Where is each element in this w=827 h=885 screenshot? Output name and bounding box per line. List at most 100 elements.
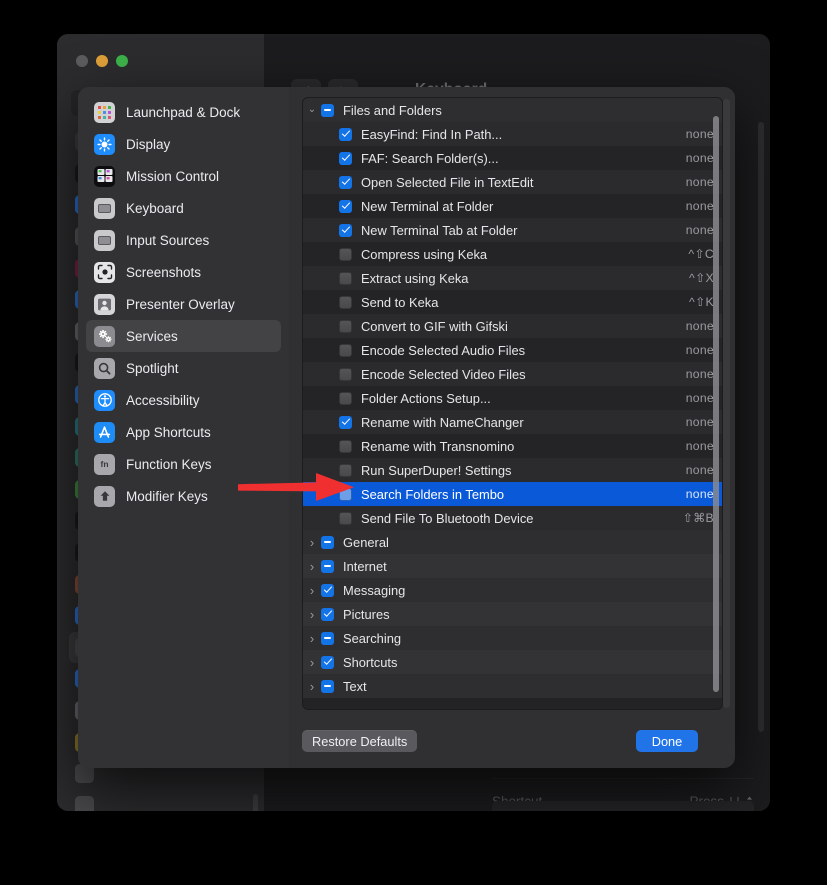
service-row[interactable]: FAF: Search Folder(s)... none bbox=[303, 146, 722, 170]
chevron-right-icon[interactable]: › bbox=[303, 560, 321, 573]
row-checkbox[interactable] bbox=[339, 151, 352, 165]
service-row[interactable]: Search Folders in Tembo none bbox=[303, 482, 722, 506]
content-scrollbar[interactable] bbox=[758, 122, 764, 732]
row-checkbox[interactable] bbox=[339, 391, 352, 405]
sheet-scrollbar[interactable] bbox=[723, 99, 730, 708]
row-checkbox[interactable] bbox=[321, 607, 334, 621]
service-row[interactable]: Folder Actions Setup... none bbox=[303, 386, 722, 410]
zoom-button[interactable] bbox=[116, 55, 128, 67]
row-checkbox[interactable] bbox=[339, 439, 352, 453]
service-shortcut[interactable]: none bbox=[686, 343, 714, 357]
row-checkbox[interactable] bbox=[339, 223, 352, 237]
chevron-right-icon[interactable]: › bbox=[303, 608, 321, 621]
accessibility-icon bbox=[94, 389, 115, 411]
minimize-button[interactable] bbox=[96, 55, 108, 67]
row-checkbox[interactable] bbox=[339, 247, 352, 261]
service-shortcut[interactable]: ^⇧X bbox=[689, 271, 714, 285]
row-checkbox[interactable] bbox=[321, 655, 334, 669]
sidebar-item-app-shortcuts[interactable]: App Shortcuts bbox=[86, 416, 281, 448]
service-shortcut[interactable]: ^⇧C bbox=[688, 247, 714, 261]
sidebar-item-accessibility[interactable]: Accessibility bbox=[86, 384, 281, 416]
service-group-row[interactable]: › Shortcuts bbox=[303, 650, 722, 674]
row-checkbox[interactable] bbox=[339, 415, 352, 429]
service-row[interactable]: Send to Keka ^⇧K bbox=[303, 290, 722, 314]
service-shortcut[interactable]: none bbox=[686, 367, 714, 381]
service-shortcut[interactable]: none bbox=[686, 223, 714, 237]
service-row[interactable]: Encode Selected Audio Files none bbox=[303, 338, 722, 362]
sidebar-item-presenter-overlay[interactable]: Presenter Overlay bbox=[86, 288, 281, 320]
service-group-row[interactable]: ⌄ Files and Folders bbox=[303, 98, 722, 122]
row-checkbox[interactable] bbox=[339, 199, 352, 213]
service-row[interactable]: Open Selected File in TextEdit none bbox=[303, 170, 722, 194]
sidebar-item-printers-scanners[interactable]: Printers & Scanners bbox=[69, 805, 259, 811]
chevron-right-icon[interactable]: › bbox=[303, 680, 321, 693]
chevron-right-icon[interactable]: › bbox=[303, 656, 321, 669]
sidebar-item-services[interactable]: Services bbox=[86, 320, 281, 352]
close-button[interactable] bbox=[76, 55, 88, 67]
service-row[interactable]: Run SuperDuper! Settings none bbox=[303, 458, 722, 482]
service-shortcut[interactable]: none bbox=[686, 391, 714, 405]
service-row[interactable]: Convert to GIF with Gifski none bbox=[303, 314, 722, 338]
row-checkbox[interactable] bbox=[339, 319, 352, 333]
service-shortcut[interactable]: none bbox=[686, 415, 714, 429]
row-checkbox[interactable] bbox=[339, 511, 352, 525]
service-row[interactable]: Compress using Keka ^⇧C bbox=[303, 242, 722, 266]
row-checkbox[interactable] bbox=[339, 367, 352, 381]
service-label: Folder Actions Setup... bbox=[361, 390, 491, 406]
service-row[interactable]: Rename with Transnomino none bbox=[303, 434, 722, 458]
row-checkbox[interactable] bbox=[321, 103, 334, 117]
service-row[interactable]: EasyFind: Find In Path... none bbox=[303, 122, 722, 146]
service-shortcut[interactable]: none bbox=[686, 199, 714, 213]
service-shortcut[interactable]: none bbox=[686, 487, 714, 501]
service-label: Open Selected File in TextEdit bbox=[361, 174, 534, 190]
service-group-row[interactable]: › Messaging bbox=[303, 578, 722, 602]
restore-defaults-button[interactable]: Restore Defaults bbox=[302, 730, 418, 752]
row-checkbox[interactable] bbox=[321, 631, 334, 645]
row-checkbox[interactable] bbox=[321, 583, 334, 597]
sidebar-item-launchpad-dock[interactable]: Launchpad & Dock bbox=[86, 96, 281, 128]
chevron-right-icon[interactable]: › bbox=[303, 632, 321, 645]
service-shortcut[interactable]: none bbox=[686, 319, 714, 333]
service-shortcut[interactable]: ⇧⌘B bbox=[683, 511, 714, 525]
service-label: Send to Keka bbox=[361, 294, 439, 310]
service-group-row[interactable]: › General bbox=[303, 530, 722, 554]
service-shortcut[interactable]: none bbox=[686, 151, 714, 165]
sidebar-item-keyboard[interactable]: Keyboard bbox=[86, 192, 281, 224]
row-checkbox[interactable] bbox=[321, 679, 334, 693]
chevron-right-icon[interactable]: › bbox=[303, 584, 321, 597]
service-shortcut[interactable]: none bbox=[686, 127, 714, 141]
sidebar-item-spotlight[interactable]: Spotlight bbox=[86, 352, 281, 384]
service-row[interactable]: Rename with NameChanger none bbox=[303, 410, 722, 434]
service-row[interactable]: Extract using Keka ^⇧X bbox=[303, 266, 722, 290]
row-checkbox[interactable] bbox=[321, 535, 334, 549]
row-checkbox[interactable] bbox=[339, 295, 352, 309]
service-row[interactable]: New Terminal at Folder none bbox=[303, 194, 722, 218]
chevron-down-icon[interactable]: ⌄ bbox=[303, 105, 321, 115]
row-checkbox[interactable] bbox=[339, 175, 352, 189]
sidebar-item-mission-control[interactable]: Mission Control bbox=[86, 160, 281, 192]
service-row[interactable]: Send File To Bluetooth Device ⇧⌘B bbox=[303, 506, 722, 530]
row-checkbox[interactable] bbox=[321, 559, 334, 573]
service-row[interactable]: New Terminal Tab at Folder none bbox=[303, 218, 722, 242]
service-shortcut[interactable]: none bbox=[686, 175, 714, 189]
service-shortcut[interactable]: none bbox=[686, 439, 714, 453]
service-label: Encode Selected Audio Files bbox=[361, 342, 526, 358]
service-group-row[interactable]: › Pictures bbox=[303, 602, 722, 626]
service-shortcut[interactable]: none bbox=[686, 463, 714, 477]
row-checkbox[interactable] bbox=[339, 271, 352, 285]
row-checkbox[interactable] bbox=[339, 343, 352, 357]
chevron-right-icon[interactable]: › bbox=[303, 536, 321, 549]
service-group-row[interactable]: › Internet bbox=[303, 554, 722, 578]
service-group-row[interactable]: › Text bbox=[303, 674, 722, 698]
row-checkbox[interactable] bbox=[339, 127, 352, 141]
sidebar-item-input-sources[interactable]: Input Sources bbox=[86, 224, 281, 256]
sidebar-item-display[interactable]: Display bbox=[86, 128, 281, 160]
service-row[interactable]: Encode Selected Video Files none bbox=[303, 362, 722, 386]
service-group-row[interactable]: › Searching bbox=[303, 626, 722, 650]
done-button[interactable]: Done bbox=[636, 730, 698, 752]
service-shortcut[interactable]: ^⇧K bbox=[689, 295, 714, 309]
services-list-scrollbar[interactable] bbox=[713, 116, 719, 692]
sidebar-item-screenshots[interactable]: Screenshots bbox=[86, 256, 281, 288]
input-sources-icon bbox=[94, 229, 115, 251]
sidebar-scrollbar[interactable] bbox=[253, 794, 258, 811]
